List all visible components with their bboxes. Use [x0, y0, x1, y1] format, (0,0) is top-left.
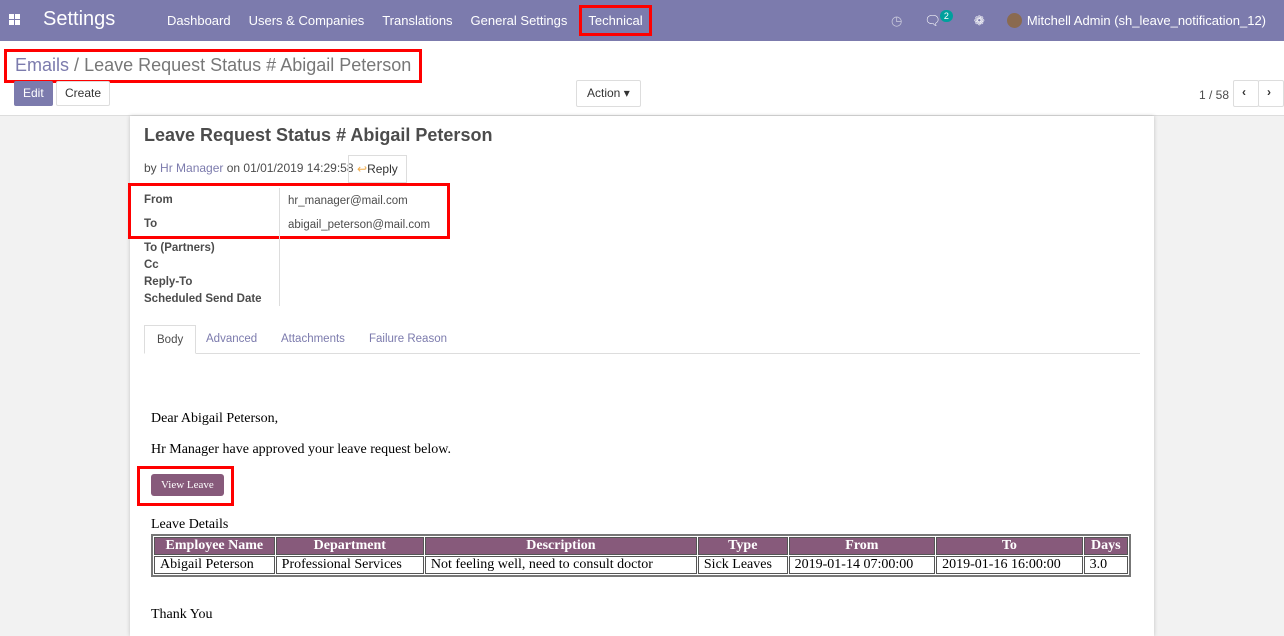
action-dropdown[interactable]: Action ▾	[576, 80, 641, 107]
menu-dashboard[interactable]: Dashboard	[158, 13, 240, 28]
pager-value: 1 / 58	[1199, 88, 1230, 102]
col-days: Days	[1083, 537, 1128, 555]
mail-subject: Leave Request Status # Abigail Peterson	[144, 125, 493, 145]
by-label: by	[144, 161, 157, 175]
cc-label: Cc	[144, 259, 159, 271]
cell-employee-name: Abigail Peterson	[154, 556, 275, 574]
cell-days: 3.0	[1083, 556, 1128, 574]
message-count-badge: 2	[939, 9, 953, 22]
pager-previous-button[interactable]: ‹	[1233, 80, 1259, 107]
user-menu[interactable]: Mitchell Admin (sh_leave_notification_12…	[1027, 13, 1266, 28]
approval-message: Hr Manager have approved your leave requ…	[151, 442, 451, 457]
avatar[interactable]	[1006, 13, 1022, 28]
activity-clock-icon[interactable]: ◷	[891, 13, 902, 29]
breadcrumb-separator: /	[74, 55, 80, 75]
chat-icon[interactable]: 🗨	[924, 13, 941, 29]
table-header-row: Employee Name Department Description Typ…	[154, 537, 1128, 555]
cell-type: Sick Leaves	[697, 556, 788, 574]
debug-bug-icon[interactable]: ❁	[974, 13, 985, 29]
cell-to: 2019-01-16 16:00:00	[936, 556, 1083, 574]
to-partners-label: To (Partners)	[144, 242, 215, 254]
reply-button[interactable]: ↩Reply	[348, 155, 407, 183]
col-employee-name: Employee Name	[154, 537, 275, 555]
create-button[interactable]: Create	[56, 81, 111, 106]
cell-from: 2019-01-14 07:00:00	[788, 556, 936, 574]
top-navbar: Settings Dashboard Users & Companies Tra…	[0, 0, 1284, 41]
tab-failure-reason[interactable]: Failure Reason	[357, 325, 459, 354]
action-label: Action	[587, 86, 621, 100]
highlight-view-leave: View Leave	[137, 466, 234, 506]
greeting: Dear Abigail Peterson,	[151, 411, 279, 426]
cell-description: Not feeling well, need to consult doctor	[424, 556, 697, 574]
menu-technical[interactable]: Technical	[579, 5, 652, 36]
app-title: Settings	[43, 8, 116, 30]
view-leave-button[interactable]: View Leave	[151, 474, 224, 496]
reply-label: Reply	[367, 162, 398, 176]
leave-details-title: Leave Details	[151, 517, 229, 532]
col-department: Department	[275, 537, 424, 555]
reply-to-label: Reply-To	[144, 276, 193, 288]
col-from: From	[788, 537, 936, 555]
scheduled-send-date-label: Scheduled Send Date	[144, 293, 262, 305]
col-type: Type	[697, 537, 788, 555]
menu-general-settings[interactable]: General Settings	[462, 13, 577, 28]
breadcrumb-current: Leave Request Status # Abigail Peterson	[84, 55, 412, 75]
col-description: Description	[424, 537, 697, 555]
tab-attachments[interactable]: Attachments	[269, 325, 357, 354]
to-label: To	[144, 218, 158, 230]
edit-button[interactable]: Edit	[14, 81, 53, 106]
mail-date: on 01/01/2019 14:29:58	[226, 161, 354, 175]
mail-meta: by Hr Manager on 01/01/2019 14:29:58	[144, 161, 354, 175]
from-value: hr_manager@mail.com	[288, 195, 408, 207]
breadcrumb-emails[interactable]: Emails	[15, 55, 69, 75]
col-to: To	[936, 537, 1083, 555]
tab-advanced[interactable]: Advanced	[194, 325, 269, 354]
from-label: From	[144, 194, 173, 206]
tab-body[interactable]: Body	[144, 325, 197, 354]
control-panel: Emails / Leave Request Status # Abigail …	[0, 41, 1284, 116]
pager-next-button[interactable]: ›	[1258, 80, 1284, 107]
menu-users-companies[interactable]: Users & Companies	[240, 13, 374, 28]
leave-details-table: Employee Name Department Description Typ…	[151, 534, 1131, 577]
to-value: abigail_peterson@mail.com	[288, 219, 431, 231]
field-divider	[279, 188, 280, 306]
mail-form-sheet: Leave Request Status # Abigail Peterson …	[128, 116, 1154, 636]
main-menu: Dashboard Users & Companies Translations…	[158, 0, 652, 41]
reply-icon: ↩	[357, 162, 368, 176]
breadcrumb: Emails / Leave Request Status # Abigail …	[4, 49, 423, 83]
menu-translations[interactable]: Translations	[373, 13, 461, 28]
table-row: Abigail Peterson Professional Services N…	[154, 556, 1128, 574]
cell-department: Professional Services	[275, 556, 424, 574]
apps-menu-icon[interactable]	[9, 14, 20, 25]
notebook-tabs: Body Advanced Attachments Failure Reason	[144, 325, 1140, 354]
author-link[interactable]: Hr Manager	[160, 161, 223, 175]
closing: Thank You	[151, 607, 213, 622]
